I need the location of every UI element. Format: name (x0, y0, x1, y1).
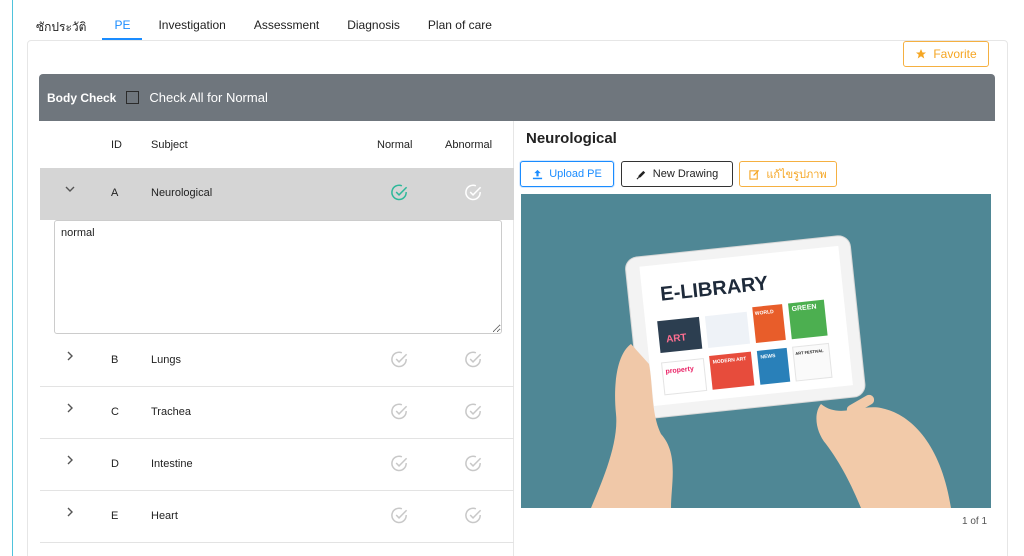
table-row[interactable]: D Intestine (40, 439, 514, 491)
tab-history[interactable]: ซักประวัติ (36, 8, 86, 40)
tab-plan-of-care[interactable]: Plan of care (428, 8, 492, 40)
row-id: B (111, 354, 119, 366)
row-id: C (111, 406, 119, 418)
chevron-down-icon[interactable] (65, 184, 75, 196)
normal-check-icon[interactable] (390, 454, 409, 473)
pe-image[interactable]: E-LIBRARY ART WORLD GREEN property MODER… (521, 194, 991, 508)
header-normal: Normal (377, 139, 413, 151)
table-header: ID Subject Normal Abnormal (40, 121, 514, 168)
pen-icon (636, 170, 645, 179)
image-pager: 1 of 1 (962, 516, 988, 527)
chevron-right-icon[interactable] (65, 403, 75, 415)
body-check-bar: Body Check Check All for Normal (39, 74, 995, 121)
row-id: A (111, 187, 119, 199)
neurological-note-textarea[interactable]: normal (54, 220, 502, 334)
normal-check-icon[interactable] (390, 183, 409, 202)
upload-pe-label: Upload PE (549, 168, 602, 180)
row-subject: Lungs (151, 354, 181, 366)
check-all-label: Check All for Normal (149, 90, 268, 105)
edit-icon (749, 169, 760, 180)
upload-pe-button[interactable]: Upload PE (520, 161, 614, 187)
normal-check-icon[interactable] (390, 350, 409, 369)
row-id: D (111, 458, 119, 470)
upload-icon (533, 169, 543, 179)
abnormal-check-icon[interactable] (464, 183, 483, 202)
table-row[interactable]: C Trachea (40, 387, 514, 439)
header-id: ID (111, 139, 122, 151)
abnormal-check-icon[interactable] (464, 350, 483, 369)
body-check-table: ID Subject Normal Abnormal A Neurologica… (40, 121, 514, 556)
row-subject: Intestine (151, 458, 193, 470)
abnormal-check-icon[interactable] (464, 506, 483, 525)
row-subject: Trachea (151, 406, 191, 418)
tab-assessment[interactable]: Assessment (254, 8, 319, 40)
body-check-title: Body Check (47, 90, 117, 105)
left-accent-rule (12, 0, 13, 556)
edit-image-button[interactable]: แก้ไขรูปภาพ (739, 161, 837, 187)
normal-check-icon[interactable] (390, 402, 409, 421)
abnormal-check-icon[interactable] (464, 402, 483, 421)
chevron-right-icon[interactable] (65, 455, 75, 467)
favorite-button[interactable]: Favorite (903, 41, 989, 67)
star-icon (916, 49, 927, 59)
row-subject: Heart (151, 510, 178, 522)
new-drawing-label: New Drawing (652, 168, 719, 180)
table-row[interactable]: E Heart (40, 491, 514, 543)
tab-investigation[interactable]: Investigation (158, 8, 225, 40)
normal-check-icon[interactable] (390, 506, 409, 525)
check-all-checkbox[interactable] (126, 91, 140, 104)
section-title: Neurological (526, 130, 617, 147)
table-row[interactable]: B Lungs (40, 335, 514, 387)
favorite-label: Favorite (933, 47, 977, 61)
tile-art-text: ART (666, 332, 688, 345)
chevron-right-icon[interactable] (65, 507, 75, 519)
table-row[interactable]: A Neurological (40, 168, 514, 220)
abnormal-check-icon[interactable] (464, 454, 483, 473)
tab-bar: ซักประวัติ PE Investigation Assessment D… (36, 8, 520, 40)
chevron-right-icon[interactable] (65, 351, 75, 363)
row-subject: Neurological (151, 187, 213, 199)
tab-diagnosis[interactable]: Diagnosis (347, 8, 400, 40)
edit-image-label: แก้ไขรูปภาพ (766, 169, 827, 181)
row-id: E (111, 510, 119, 522)
tab-pe[interactable]: PE (102, 8, 143, 40)
new-drawing-button[interactable]: New Drawing (621, 161, 733, 187)
header-subject: Subject (151, 139, 188, 151)
tablet-illustration: E-LIBRARY ART WORLD GREEN property MODER… (521, 194, 991, 508)
header-abnormal: Abnormal (445, 139, 493, 151)
